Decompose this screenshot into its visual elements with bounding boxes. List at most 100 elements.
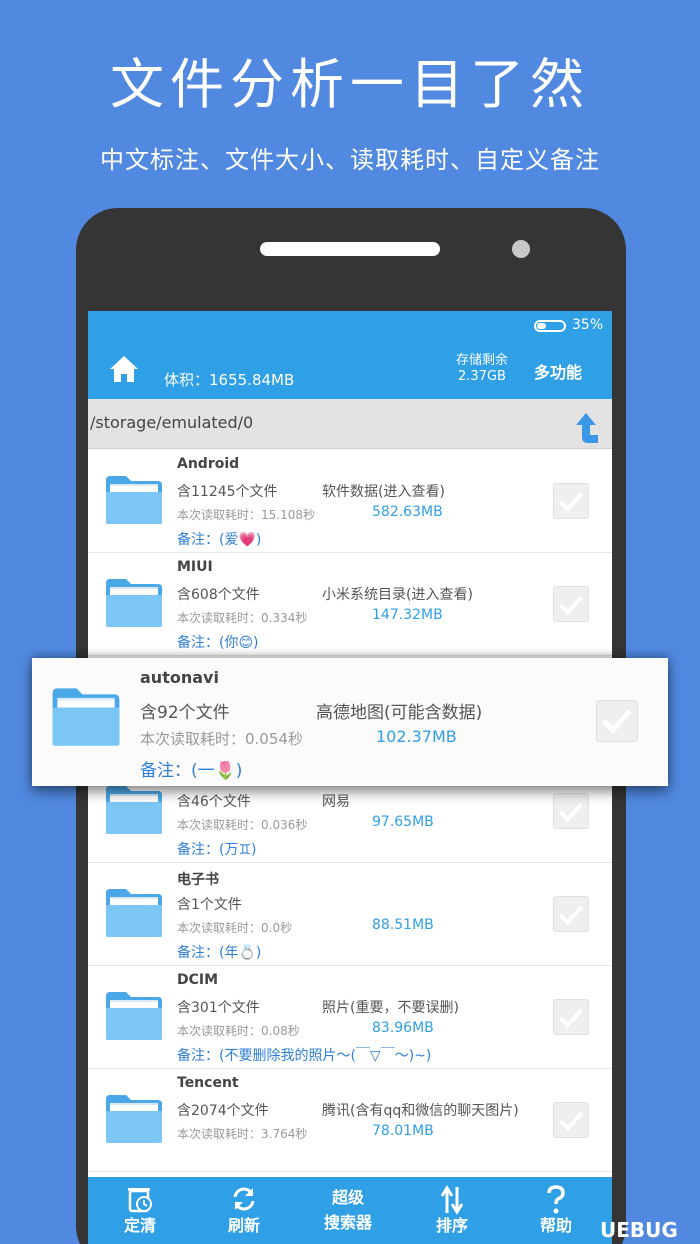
- home-icon[interactable]: [108, 353, 140, 385]
- help-button[interactable]: 帮助: [504, 1177, 608, 1244]
- promo-headline: 文件分析一目了然: [110, 53, 590, 116]
- read-time: 本次读取耗时：0.334秒: [177, 611, 308, 625]
- folder-size: 83.96MB: [372, 1020, 434, 1036]
- list-item[interactable]: MIUI 含608个文件 小米系统目录(进入查看) 本次读取耗时：0.334秒 …: [88, 553, 612, 656]
- file-count: 含608个文件: [177, 587, 260, 603]
- folder-icon: [106, 889, 162, 937]
- folder-icon: [52, 688, 120, 746]
- folder-size: 102.37MB: [376, 727, 457, 746]
- highlighted-row-autonavi[interactable]: autonavi 含92个文件 高德地图(可能含数据) 本次读取耗时：0.054…: [32, 658, 668, 786]
- folder-size: 147.32MB: [372, 607, 443, 623]
- list-item[interactable]: DCIM 含301个文件 照片(重要，不要误删) 本次读取耗时：0.08秒 83…: [88, 966, 612, 1069]
- read-time: 本次读取耗时：0.08秒: [177, 1024, 300, 1038]
- current-path: /storage/emulated/0: [90, 413, 254, 432]
- file-count: 含46个文件: [177, 794, 251, 810]
- super-search-line1: 超级: [331, 1188, 364, 1207]
- row-checkbox[interactable]: [553, 483, 589, 519]
- super-search-line2: 搜索器: [323, 1213, 372, 1232]
- battery-percent: 35%: [572, 317, 604, 333]
- phone-speaker: [260, 242, 440, 256]
- bottom-toolbar: 定清 刷新 超级 搜索器 排序 帮助: [88, 1177, 612, 1244]
- checkmark-icon: [559, 492, 584, 513]
- super-search-label: 超级 搜索器: [296, 1185, 400, 1235]
- sort-button[interactable]: 排序: [400, 1177, 504, 1244]
- row-checkbox[interactable]: [553, 586, 589, 622]
- status-bar: 35%: [88, 311, 612, 343]
- storage-remaining: 存储剩余 2.37GB: [444, 353, 520, 385]
- read-time: 本次读取耗时：0.036秒: [177, 818, 308, 832]
- folder-size: 582.63MB: [372, 504, 443, 520]
- folder-description: 软件数据(进入查看): [322, 484, 445, 500]
- file-count: 含1个文件: [177, 897, 242, 913]
- phone-camera: [512, 240, 530, 258]
- folder-name: Tencent: [177, 1075, 239, 1091]
- refresh-button[interactable]: 刷新: [192, 1177, 296, 1244]
- folder-size: 97.65MB: [372, 814, 434, 830]
- folder-name: autonavi: [140, 668, 219, 687]
- folder-name: 电子书: [177, 872, 219, 888]
- promo-subheadline: 中文标注、文件大小、读取耗时、自定义备注: [100, 146, 600, 174]
- folder-icon: [106, 992, 162, 1040]
- checkmark-icon: [559, 595, 584, 616]
- checkmark-icon: [559, 802, 584, 823]
- folder-description: 高德地图(可能含数据): [316, 703, 483, 723]
- folder-note: 备注：(不要删除我的照片～(￣▽￣～)~): [177, 1048, 432, 1064]
- path-bar: /storage/emulated/0: [88, 399, 612, 449]
- list-item[interactable]: 电子书 含1个文件 本次读取耗时：0.0秒 88.51MB 备注：(年💍): [88, 863, 612, 966]
- folder-note: 备注：(万♊): [177, 842, 257, 858]
- read-time: 本次读取耗时：0.054秒: [140, 730, 303, 748]
- folder-name: Android: [177, 456, 240, 472]
- folder-note: 备注：(年💍): [177, 945, 262, 961]
- total-volume: 体积：1655.84MB: [164, 371, 295, 389]
- checkmark-icon: [559, 905, 584, 926]
- storage-value: 2.37GB: [458, 369, 506, 384]
- clear-button[interactable]: 定清: [88, 1177, 192, 1244]
- multi-function-button[interactable]: 多功能: [534, 359, 582, 383]
- refresh-icon: [233, 1187, 255, 1211]
- watermark: UEBUG: [600, 1218, 678, 1242]
- list-item[interactable]: Tencent 含2074个文件 腾讯(含有qq和微信的聊天图片) 本次读取耗时…: [88, 1069, 612, 1172]
- row-checkbox[interactable]: [553, 793, 589, 829]
- row-checkbox[interactable]: [553, 999, 589, 1035]
- super-search-button[interactable]: 超级 搜索器: [296, 1177, 400, 1244]
- storage-label: 存储剩余: [455, 353, 508, 368]
- folder-icon: [106, 579, 162, 627]
- folder-name: DCIM: [177, 972, 219, 988]
- refresh-label: 刷新: [227, 1216, 260, 1235]
- up-arrow-icon[interactable]: [566, 405, 606, 445]
- folder-note: 备注：(爱💗): [177, 532, 262, 548]
- file-count: 含2074个文件: [177, 1103, 269, 1119]
- read-time: 本次读取耗时：15.108秒: [177, 508, 315, 522]
- folder-icon: [106, 786, 162, 834]
- battery-fill: [537, 323, 546, 329]
- clock-trash-icon: [128, 1188, 152, 1213]
- folder-note: 备注：(一🌷): [140, 761, 243, 781]
- row-checkbox[interactable]: [553, 1102, 589, 1138]
- file-count: 含92个文件: [140, 703, 230, 723]
- question-icon: [547, 1185, 565, 1214]
- read-time: 本次读取耗时：0.0秒: [177, 921, 293, 935]
- folder-name: MIUI: [177, 559, 213, 575]
- list-item[interactable]: Android 含11245个文件 软件数据(进入查看) 本次读取耗时：15.1…: [88, 450, 612, 553]
- folder-description: 腾讯(含有qq和微信的聊天图片): [322, 1103, 519, 1119]
- folder-icon: [106, 1095, 162, 1143]
- folder-description: 网易: [322, 794, 350, 810]
- folder-note: 备注：(你😊): [177, 635, 259, 651]
- folder-size: 88.51MB: [372, 917, 434, 933]
- sort-label: 排序: [435, 1216, 468, 1235]
- folder-size: 78.01MB: [372, 1123, 434, 1139]
- file-count: 含11245个文件: [177, 484, 278, 500]
- app-bar: 体积：1655.84MB 存储剩余 2.37GB 多功能: [88, 343, 612, 399]
- clear-label: 定清: [123, 1216, 156, 1235]
- row-checkbox[interactable]: [596, 700, 638, 742]
- checkmark-icon: [602, 709, 632, 734]
- folder-description: 小米系统目录(进入查看): [322, 587, 473, 603]
- sort-icon: [440, 1185, 464, 1215]
- file-count: 含301个文件: [177, 1000, 260, 1016]
- folder-icon: [106, 476, 162, 524]
- read-time: 本次读取耗时：3.764秒: [177, 1127, 308, 1141]
- battery-icon: [534, 320, 566, 332]
- row-checkbox[interactable]: [553, 896, 589, 932]
- folder-description: 照片(重要，不要误删): [322, 1000, 459, 1016]
- checkmark-icon: [559, 1008, 584, 1029]
